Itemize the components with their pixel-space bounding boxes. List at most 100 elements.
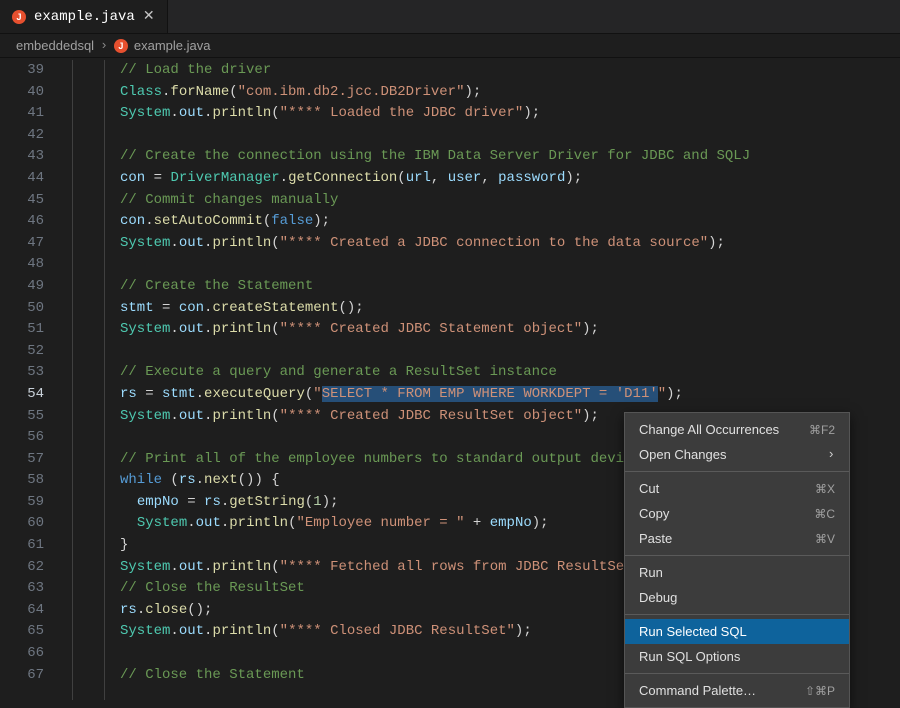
- menu-item-paste[interactable]: Paste ⌘V: [625, 526, 849, 551]
- menu-item-copy[interactable]: Copy⌘C: [625, 501, 849, 526]
- token: next: [204, 472, 238, 488]
- menu-item-change-all-occurrences[interactable]: Change All Occurrences⌘F2: [625, 417, 849, 442]
- line-number: 42: [0, 125, 44, 147]
- token: println: [229, 515, 288, 531]
- line-number: 63: [0, 578, 44, 600]
- token: con: [120, 213, 145, 229]
- breadcrumb[interactable]: embeddedsql › J example.java: [0, 34, 900, 58]
- line-number: 56: [0, 427, 44, 449]
- line-number: 54: [0, 384, 44, 406]
- code-line[interactable]: System.out.println("**** Created JDBC St…: [120, 319, 900, 341]
- code-line[interactable]: // Commit changes manually: [120, 190, 900, 212]
- token: rs: [120, 386, 137, 402]
- token: out: [179, 105, 204, 121]
- token: getConnection: [288, 170, 397, 186]
- token: user: [448, 170, 482, 186]
- token: ": [658, 386, 666, 402]
- menu-item-open-changes[interactable]: Open Changes›: [625, 442, 849, 467]
- token: System: [137, 515, 187, 531]
- line-number: 40: [0, 82, 44, 104]
- token: // Commit changes manually: [120, 192, 338, 208]
- token: empNo: [137, 494, 179, 510]
- token: System: [120, 623, 170, 639]
- token: (: [271, 105, 279, 121]
- code-line[interactable]: [120, 254, 900, 276]
- token: out: [179, 321, 204, 337]
- code-line[interactable]: // Execute a query and generate a Result…: [120, 362, 900, 384]
- line-number: 43: [0, 146, 44, 168]
- line-number: 66: [0, 643, 44, 665]
- token: url: [406, 170, 431, 186]
- token: empNo: [490, 515, 532, 531]
- menu-item-run-selected-sql[interactable]: Run Selected SQL: [625, 619, 849, 644]
- token: password: [498, 170, 565, 186]
- line-number: 57: [0, 449, 44, 471]
- menu-item-label: Copy: [639, 506, 669, 521]
- line-number: 58: [0, 470, 44, 492]
- java-file-icon: J: [12, 10, 26, 24]
- token: stmt: [162, 386, 196, 402]
- menu-item-shortcut: ⇧⌘P: [805, 684, 835, 698]
- code-line[interactable]: // Create the connection using the IBM D…: [120, 146, 900, 168]
- code-line[interactable]: rs = stmt.executeQuery("SELECT * FROM EM…: [120, 384, 900, 406]
- token: con: [179, 300, 204, 316]
- token: ();: [187, 602, 212, 618]
- code-line[interactable]: [120, 341, 900, 363]
- token: );: [523, 105, 540, 121]
- token: );: [582, 408, 599, 424]
- token: println: [212, 321, 271, 337]
- line-number: 67: [0, 665, 44, 687]
- menu-item-run[interactable]: Run: [625, 560, 849, 585]
- menu-item-label: Run SQL Options: [639, 649, 740, 664]
- close-icon[interactable]: ✕: [143, 8, 155, 25]
- line-number-gutter: 3940414243444546474849505152535455565758…: [0, 58, 64, 700]
- menu-item-debug[interactable]: Debug: [625, 585, 849, 610]
- line-number: 60: [0, 513, 44, 535]
- line-number: 48: [0, 254, 44, 276]
- code-line[interactable]: stmt = con.createStatement();: [120, 298, 900, 320]
- menu-item-run-sql-options[interactable]: Run SQL Options: [625, 644, 849, 669]
- token: 1: [313, 494, 321, 510]
- token: (: [271, 408, 279, 424]
- file-tab[interactable]: J example.java ✕: [0, 0, 168, 33]
- code-line[interactable]: System.out.println("**** Created a JDBC …: [120, 233, 900, 255]
- line-number: 47: [0, 233, 44, 255]
- token: ();: [338, 300, 363, 316]
- token: println: [212, 623, 271, 639]
- menu-item-label: Open Changes: [639, 447, 726, 462]
- token: );: [532, 515, 549, 531]
- code-line[interactable]: // Load the driver: [120, 60, 900, 82]
- menu-item-label: Run: [639, 565, 663, 580]
- line-number: 65: [0, 621, 44, 643]
- token: (: [271, 559, 279, 575]
- java-file-icon: J: [114, 39, 128, 53]
- tab-bar: J example.java ✕: [0, 0, 900, 34]
- token: (: [271, 321, 279, 337]
- code-line[interactable]: // Create the Statement: [120, 276, 900, 298]
- code-line[interactable]: con = DriverManager.getConnection(url, u…: [120, 168, 900, 190]
- code-line[interactable]: Class.forName("com.ibm.db2.jcc.DB2Driver…: [120, 82, 900, 104]
- token: SELECT * FROM EMP WHERE WORKDEPT = 'D11': [322, 386, 658, 402]
- token: // Close the ResultSet: [120, 580, 305, 596]
- token: .: [221, 494, 229, 510]
- code-line[interactable]: [120, 125, 900, 147]
- line-number: 45: [0, 190, 44, 212]
- menu-item-command-palette[interactable]: Command Palette…⇧⌘P: [625, 678, 849, 703]
- token: ,: [431, 170, 448, 186]
- token: .: [145, 213, 153, 229]
- token: rs: [120, 602, 137, 618]
- token: (: [397, 170, 405, 186]
- line-number: 62: [0, 557, 44, 579]
- menu-item-label: Paste: [639, 531, 672, 546]
- token: executeQuery: [204, 386, 305, 402]
- menu-item-shortcut: ⌘V: [815, 532, 835, 546]
- breadcrumb-file[interactable]: example.java: [134, 38, 211, 53]
- token: System: [120, 105, 170, 121]
- token: +: [465, 515, 490, 531]
- token: .: [170, 235, 178, 251]
- breadcrumb-folder[interactable]: embeddedsql: [16, 38, 94, 53]
- menu-item-cut[interactable]: Cut⌘X: [625, 476, 849, 501]
- token: System: [120, 408, 170, 424]
- code-line[interactable]: System.out.println("**** Loaded the JDBC…: [120, 103, 900, 125]
- code-line[interactable]: con.setAutoCommit(false);: [120, 211, 900, 233]
